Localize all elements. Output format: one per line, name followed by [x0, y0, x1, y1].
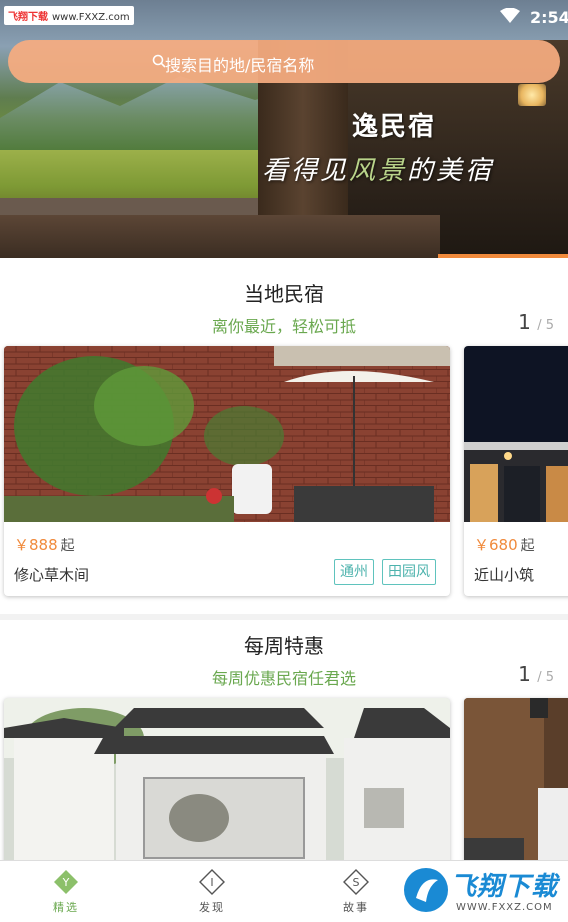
price: ￥888 起 [14, 534, 75, 555]
tag-style[interactable]: 田园风 [382, 559, 436, 585]
homestay-card[interactable]: ￥680 起 近山小筑 [464, 346, 568, 596]
stories-icon-glyph: S [353, 876, 360, 889]
tab-stories[interactable]: S 故事 [326, 869, 386, 915]
banner-slogan: 看得见风景的美宿 [262, 150, 494, 187]
price-unit: 起 [520, 538, 535, 554]
watermark-logo-url: WWW.FXXZ.COM [456, 902, 553, 913]
clock: 2:54 [530, 8, 568, 27]
page-indicator: 1 / 5 [518, 662, 554, 686]
discover-icon: I [199, 869, 225, 895]
wifi-icon [500, 8, 520, 23]
slogan-highlight: 风景 [349, 156, 408, 186]
price-unit: 起 [60, 538, 75, 554]
tab-label: 故事 [343, 901, 369, 914]
price-value: 680 [489, 536, 518, 554]
watermark: 飞翔下载 www.FXXZ.com [4, 6, 134, 25]
price-value: 888 [29, 536, 58, 554]
watermark-logo-text: 飞翔下载 [450, 872, 559, 902]
section-title: 当地民宿 [244, 282, 324, 306]
page-current: 1 [518, 310, 531, 334]
status-bar: 飞翔下载 www.FXXZ.com 2:54 [0, 0, 568, 34]
page-total: / 5 [537, 318, 554, 333]
hero-banner[interactable]: 逸民宿 看得见风景的美宿 [0, 0, 568, 258]
tab-featured[interactable]: Y 精选 [36, 869, 96, 915]
page-current: 1 [518, 662, 531, 686]
price-symbol: ￥ [474, 536, 490, 554]
homestay-card[interactable]: ￥888 起 修心草木间 通州 田园风 [4, 346, 450, 596]
price-symbol: ￥ [14, 536, 30, 554]
homestay-photo [464, 346, 568, 522]
homestay-name: 修心草木间 [14, 566, 90, 584]
featured-icon: Y [54, 870, 78, 894]
banner-brand: 逸民宿 [352, 112, 437, 142]
banner-table [0, 215, 440, 258]
tab-discover[interactable]: I 发现 [182, 869, 242, 915]
tab-label: 精选 [53, 901, 79, 914]
featured-icon-glyph: Y [62, 876, 70, 889]
deal-card[interactable] [4, 698, 450, 868]
homestay-name: 近山小筑 [474, 566, 535, 584]
deal-card[interactable] [464, 698, 568, 868]
slogan-part2: 的美宿 [407, 156, 495, 186]
search-bar[interactable]: 搜索目的地/民宿名称 [8, 40, 560, 83]
search-input[interactable]: 搜索目的地/民宿名称 [165, 52, 314, 76]
tab-label: 发现 [199, 901, 225, 914]
watermark-site: 飞翔下载 [8, 12, 48, 23]
page-indicator: 1 / 5 [518, 310, 554, 334]
stories-icon: S [343, 869, 369, 895]
watermark-url: www.FXXZ.com [52, 12, 130, 23]
search-icon [152, 54, 166, 68]
tag-location[interactable]: 通州 [334, 559, 374, 585]
section-weekly-deals: 每周特惠 每周优惠民宿任君选 1 / 5 [0, 620, 568, 868]
homestay-photo [4, 346, 450, 522]
discover-icon-glyph: I [210, 876, 213, 889]
page-total: / 5 [537, 670, 554, 685]
section-title: 每周特惠 [244, 634, 324, 658]
slogan-part1: 看得见 [262, 156, 350, 186]
deal-photo [4, 698, 450, 868]
section-local-homestays: 当地民宿 离你最近，轻松可抵 1 / 5 ￥888 起 修心草木间 通州 田园风… [0, 258, 568, 614]
section-subtitle: 每周优惠民宿任君选 [211, 669, 356, 688]
section-subtitle: 离你最近，轻松可抵 [211, 317, 356, 336]
price: ￥680 起 [474, 534, 535, 555]
banner-lamp [518, 84, 546, 106]
deal-photo [464, 698, 568, 868]
